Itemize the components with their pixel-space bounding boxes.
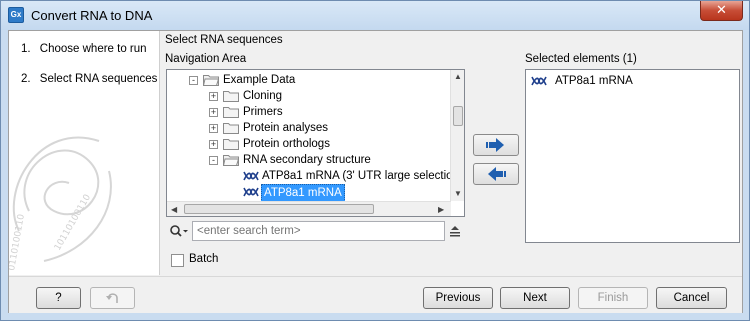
svg-text:0110100110: 0110100110 xyxy=(9,213,27,271)
section-title: Select RNA sequences xyxy=(165,34,283,46)
batch-checkbox[interactable] xyxy=(171,254,184,267)
folder-open-icon xyxy=(203,75,219,86)
arrow-right-icon xyxy=(486,138,504,152)
wizard-steps-panel: 1. Choose where to run 2. Select RNA seq… xyxy=(9,31,160,275)
selected-elements-list[interactable]: ATP8a1 mRNA xyxy=(525,69,740,243)
title-bar[interactable]: Gx Convert RNA to DNA ✕ xyxy=(1,1,749,30)
remove-from-selected-button[interactable] xyxy=(473,163,519,185)
scroll-down-arrow-icon[interactable]: ▼ xyxy=(454,189,462,198)
folder-open-icon xyxy=(223,155,239,166)
dialog-button-bar: ? Previous Next Finish Cancel xyxy=(9,276,742,313)
batch-label: Batch xyxy=(189,253,219,265)
tree-item-label: Example Data xyxy=(223,74,296,86)
scroll-right-arrow-icon[interactable]: ▶ xyxy=(438,205,444,214)
folder-icon xyxy=(223,107,239,118)
window-title: Convert RNA to DNA xyxy=(31,8,153,23)
previous-button[interactable]: Previous xyxy=(423,287,493,309)
cancel-button[interactable]: Cancel xyxy=(656,287,727,309)
add-to-selected-button[interactable] xyxy=(473,134,519,156)
app-icon: Gx xyxy=(8,7,24,23)
tree-item-label: Cloning xyxy=(243,90,282,102)
next-button[interactable]: Next xyxy=(500,287,570,309)
folder-icon xyxy=(223,91,239,102)
expand-icon[interactable]: + xyxy=(209,92,218,101)
search-icon[interactable] xyxy=(169,224,189,238)
scroll-up-arrow-icon[interactable]: ▲ xyxy=(454,72,462,81)
scroll-left-arrow-icon[interactable]: ◀ xyxy=(171,205,177,214)
tree-item-label: Primers xyxy=(243,106,283,118)
step-choose-where-to-run: 1. Choose where to run xyxy=(21,43,147,55)
collapse-icon[interactable]: - xyxy=(209,156,218,165)
folder-icon xyxy=(223,123,239,134)
expand-icon[interactable]: + xyxy=(209,108,218,117)
step-label: Select RNA sequences xyxy=(39,73,158,85)
navigation-area-label: Navigation Area xyxy=(165,53,247,65)
step-select-rna-sequences: 2. Select RNA sequences xyxy=(21,73,157,85)
rna-sequence-icon xyxy=(243,171,259,181)
scroll-to-selection-icon[interactable] xyxy=(449,224,461,238)
decorative-swirl-graphic: 10110100110 0110100110 xyxy=(9,136,112,272)
svg-text:10110100110: 10110100110 xyxy=(53,193,93,253)
dialog-body: 1. Choose where to run 2. Select RNA seq… xyxy=(8,30,743,313)
selected-item-label: ATP8a1 mRNA xyxy=(555,75,633,87)
help-button[interactable]: ? xyxy=(36,287,81,309)
tree-horizontal-scrollbar[interactable]: ◀ ▶ xyxy=(167,201,451,216)
dialog-window: Gx Convert RNA to DNA ✕ 1. Choose where … xyxy=(0,0,750,321)
restore-defaults-button[interactable] xyxy=(90,287,135,309)
tree-item-label: Protein orthologs xyxy=(243,138,330,150)
finish-button[interactable]: Finish xyxy=(578,287,648,309)
selected-elements-label: Selected elements (1) xyxy=(525,53,637,65)
step-number: 1. xyxy=(21,43,31,55)
horizontal-scroll-thumb[interactable] xyxy=(184,204,374,214)
navigation-tree[interactable]: - Example Data + Cloning + Primers + Pro… xyxy=(166,69,465,217)
batch-checkbox-row[interactable]: Batch xyxy=(171,253,219,267)
expand-icon[interactable]: + xyxy=(209,140,218,149)
step-label: Choose where to run xyxy=(39,43,147,55)
search-input[interactable] xyxy=(192,221,445,241)
vertical-scroll-thumb[interactable] xyxy=(453,106,463,126)
folder-icon xyxy=(223,139,239,150)
expand-icon[interactable]: + xyxy=(209,124,218,133)
tree-item-label: Protein analyses xyxy=(243,122,329,134)
collapse-icon[interactable]: - xyxy=(189,76,198,85)
step-number: 2. xyxy=(21,73,31,85)
undo-arrow-icon xyxy=(105,293,118,303)
tree-item-label: ATP8a1 mRNA xyxy=(261,184,345,202)
tree-item-label: ATP8a1 mRNA (3' UTR large selection - xyxy=(262,170,465,182)
arrow-left-icon xyxy=(488,167,506,181)
rna-sequence-icon xyxy=(531,76,547,86)
tree-vertical-scrollbar[interactable]: ▲ ▼ xyxy=(450,70,464,201)
rna-sequence-icon xyxy=(243,187,259,197)
tree-item-label: RNA secondary structure xyxy=(243,154,371,166)
close-button[interactable]: ✕ xyxy=(700,1,743,21)
